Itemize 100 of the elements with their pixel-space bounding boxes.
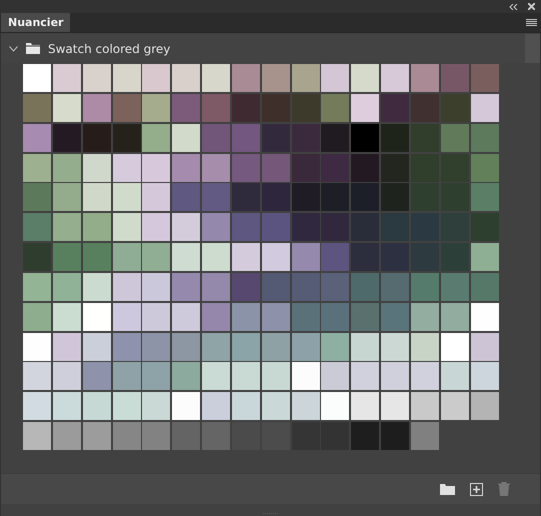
color-swatch[interactable] xyxy=(52,272,81,301)
color-swatch[interactable] xyxy=(52,213,81,242)
menu-icon[interactable] xyxy=(526,19,537,27)
color-swatch[interactable] xyxy=(82,154,111,182)
color-swatch[interactable] xyxy=(82,213,111,242)
color-swatch[interactable] xyxy=(82,124,111,152)
color-swatch[interactable] xyxy=(232,392,260,420)
color-swatch[interactable] xyxy=(262,362,290,390)
color-swatch[interactable] xyxy=(112,154,141,182)
color-swatch[interactable] xyxy=(381,243,410,272)
color-swatch[interactable] xyxy=(470,124,499,152)
color-swatch[interactable] xyxy=(410,392,439,420)
color-swatch[interactable] xyxy=(23,154,51,182)
color-swatch[interactable] xyxy=(112,213,141,242)
color-swatch[interactable] xyxy=(292,213,320,242)
color-swatch[interactable] xyxy=(470,272,499,301)
color-swatch[interactable] xyxy=(440,362,469,390)
color-swatch[interactable] xyxy=(142,64,170,92)
color-swatch[interactable] xyxy=(410,64,439,92)
color-swatch[interactable] xyxy=(23,94,51,122)
color-swatch[interactable] xyxy=(292,272,320,301)
color-swatch[interactable] xyxy=(23,362,51,390)
color-swatch[interactable] xyxy=(232,64,260,92)
collapse-icon[interactable] xyxy=(509,4,518,10)
color-swatch[interactable] xyxy=(351,243,380,272)
color-swatch[interactable] xyxy=(321,94,350,122)
color-swatch[interactable] xyxy=(440,272,469,301)
color-swatch[interactable] xyxy=(142,213,170,242)
color-swatch[interactable] xyxy=(172,422,200,450)
color-swatch[interactable] xyxy=(381,94,410,122)
color-swatch[interactable] xyxy=(172,64,200,92)
color-swatch[interactable] xyxy=(142,392,170,420)
color-swatch[interactable] xyxy=(112,302,141,331)
color-swatch[interactable] xyxy=(142,124,170,152)
color-swatch[interactable] xyxy=(440,332,469,361)
color-swatch[interactable] xyxy=(381,302,410,331)
color-swatch[interactable] xyxy=(440,64,469,92)
color-swatch[interactable] xyxy=(202,183,230,212)
color-swatch[interactable] xyxy=(202,272,230,301)
color-swatch[interactable] xyxy=(321,64,350,92)
color-swatch[interactable] xyxy=(262,183,290,212)
color-swatch[interactable] xyxy=(262,154,290,182)
color-swatch[interactable] xyxy=(321,392,350,420)
color-swatch[interactable] xyxy=(470,332,499,361)
color-swatch[interactable] xyxy=(112,392,141,420)
color-swatch[interactable] xyxy=(23,64,51,92)
color-swatch[interactable] xyxy=(82,302,111,331)
color-swatch[interactable] xyxy=(232,243,260,272)
color-swatch[interactable] xyxy=(172,302,200,331)
color-swatch[interactable] xyxy=(470,213,499,242)
color-swatch[interactable] xyxy=(52,362,81,390)
color-swatch[interactable] xyxy=(82,94,111,122)
color-swatch[interactable] xyxy=(470,183,499,212)
color-swatch[interactable] xyxy=(82,183,111,212)
color-swatch[interactable] xyxy=(351,422,380,450)
color-swatch[interactable] xyxy=(112,332,141,361)
color-swatch[interactable] xyxy=(232,154,260,182)
color-swatch[interactable] xyxy=(321,332,350,361)
color-swatch[interactable] xyxy=(321,302,350,331)
color-swatch[interactable] xyxy=(292,392,320,420)
color-swatch[interactable] xyxy=(202,124,230,152)
color-swatch[interactable] xyxy=(381,332,410,361)
trash-icon[interactable] xyxy=(498,482,510,496)
color-swatch[interactable] xyxy=(82,392,111,420)
color-swatch[interactable] xyxy=(351,362,380,390)
color-swatch[interactable] xyxy=(381,124,410,152)
color-swatch[interactable] xyxy=(351,272,380,301)
panel-tab[interactable]: Nuancier xyxy=(1,13,70,32)
color-swatch[interactable] xyxy=(112,94,141,122)
color-swatch[interactable] xyxy=(202,302,230,331)
chevron-icon[interactable] xyxy=(9,46,18,52)
color-swatch[interactable] xyxy=(52,183,81,212)
color-swatch[interactable] xyxy=(142,362,170,390)
color-swatch[interactable] xyxy=(202,154,230,182)
color-swatch[interactable] xyxy=(23,392,51,420)
color-swatch[interactable] xyxy=(381,183,410,212)
color-swatch[interactable] xyxy=(23,213,51,242)
color-swatch[interactable] xyxy=(82,422,111,450)
color-swatch[interactable] xyxy=(23,183,51,212)
color-swatch[interactable] xyxy=(172,362,200,390)
color-swatch[interactable] xyxy=(232,362,260,390)
color-swatch[interactable] xyxy=(470,64,499,92)
color-swatch[interactable] xyxy=(52,392,81,420)
color-swatch[interactable] xyxy=(23,124,51,152)
color-swatch[interactable] xyxy=(52,302,81,331)
color-swatch[interactable] xyxy=(112,362,141,390)
color-swatch[interactable] xyxy=(470,94,499,122)
color-swatch[interactable] xyxy=(23,332,51,361)
color-swatch[interactable] xyxy=(232,124,260,152)
scrollbar[interactable] xyxy=(525,34,540,63)
color-swatch[interactable] xyxy=(172,124,200,152)
color-swatch[interactable] xyxy=(82,64,111,92)
color-swatch[interactable] xyxy=(321,422,350,450)
color-swatch[interactable] xyxy=(292,422,320,450)
color-swatch[interactable] xyxy=(381,392,410,420)
color-swatch[interactable] xyxy=(82,362,111,390)
color-swatch[interactable] xyxy=(410,362,439,390)
color-swatch[interactable] xyxy=(262,64,290,92)
color-swatch[interactable] xyxy=(52,124,81,152)
color-swatch[interactable] xyxy=(202,332,230,361)
